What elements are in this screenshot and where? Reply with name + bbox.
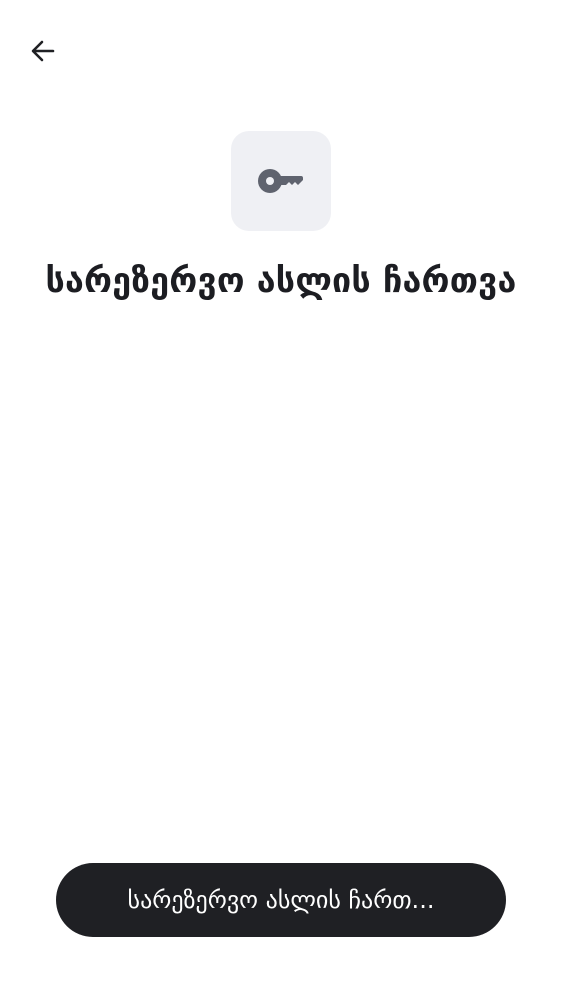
key-icon [258, 169, 303, 193]
page-title: სარეზერვო ასლის ჩართვა [45, 261, 517, 301]
key-icon-tile [231, 131, 331, 231]
back-button[interactable] [24, 32, 62, 70]
arrow-left-icon [31, 40, 55, 62]
enable-backup-button[interactable]: სარეზერვო ასლის ჩართ... [56, 863, 506, 937]
enable-backup-button-label: სარეზერვო ასლის ჩართ... [127, 886, 435, 914]
